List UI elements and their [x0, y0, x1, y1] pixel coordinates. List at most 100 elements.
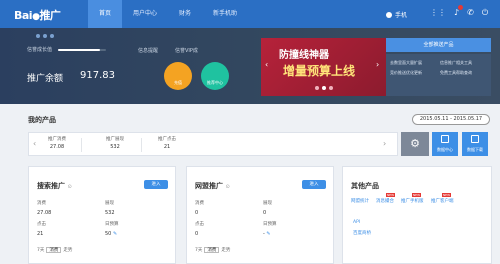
- product-link[interactable]: 消息撮合: [376, 198, 394, 204]
- card-title-text: 网盟推广: [195, 182, 223, 190]
- promo-item[interactable]: 去数里面大量扩展: [390, 60, 422, 65]
- data-download-label: 数据下载: [467, 147, 483, 152]
- charge-button[interactable]: 充值: [164, 62, 192, 90]
- promo-item[interactable]: 免费工具帮助查询: [440, 70, 472, 75]
- divider: [141, 138, 142, 152]
- tab-home[interactable]: 首页: [88, 0, 123, 28]
- trend-metric-select[interactable]: 消费: [46, 247, 62, 253]
- metric-value: 532: [105, 210, 115, 216]
- budget-text: 50: [105, 231, 112, 237]
- metric-label: 点击: [37, 222, 46, 227]
- metric-label: 展现: [105, 201, 114, 206]
- trend-prefix: 7天: [37, 248, 45, 253]
- status-dots: [36, 34, 54, 38]
- product-link[interactable]: 推广手机版: [401, 198, 424, 204]
- growth-label: 信誉成长值: [27, 47, 53, 53]
- data-download-button[interactable]: 数据下载: [462, 132, 488, 156]
- chart-icon: [441, 135, 449, 143]
- card-title-text: 搜索推广: [37, 182, 65, 190]
- help-icon[interactable]: ⊙: [67, 184, 71, 190]
- metric-value: 21: [37, 231, 44, 237]
- metric-value: 0: [195, 210, 199, 216]
- metric-label: 消费: [195, 201, 204, 206]
- data-center-button[interactable]: 数据中心: [432, 132, 458, 156]
- stat-cost: 推广消费 27.08: [37, 136, 77, 150]
- user-menu[interactable]: 手机: [386, 10, 407, 19]
- tab-newbie-help[interactable]: 新手机助: [202, 0, 248, 28]
- recommend-label: 推荐中心: [207, 80, 223, 85]
- baidu-logo[interactable]: Bai●推广: [14, 7, 61, 23]
- recommend-center-button[interactable]: 推荐中心: [201, 62, 229, 90]
- search-promotion-card: 搜索推广 ⊙ 进入 消费 27.08 展现 532 点击 21 日预算 50 ✎…: [28, 166, 176, 264]
- trend-selector: 7天 消费 走势: [195, 247, 230, 253]
- new-badge: NEW: [442, 193, 451, 197]
- banner-prev-icon[interactable]: ‹: [265, 60, 268, 69]
- apps-grid-icon[interactable]: ⋮⋮: [430, 8, 446, 18]
- message-link[interactable]: 信息提醒: [138, 47, 158, 54]
- tab-finance[interactable]: 财务: [168, 0, 202, 28]
- product-link[interactable]: 网盟统计: [351, 198, 369, 204]
- logo-text: Bai: [14, 9, 33, 22]
- nav-tabs: 首页 用户中心 财务 新手机助: [88, 0, 248, 28]
- budget-value: - ✎: [263, 231, 271, 237]
- growth-row: 信誉成长值: [27, 46, 107, 53]
- enter-button[interactable]: 进入: [144, 180, 168, 189]
- card-title: 搜索推广 ⊙: [37, 181, 72, 191]
- vip-link[interactable]: 信誉VIP成: [175, 47, 198, 54]
- enter-button[interactable]: 进入: [302, 180, 326, 189]
- promo-list: 去数里面大量扩展 信息推广相关工具 竞价推送优化更新 免费工具帮助查询: [386, 54, 491, 96]
- balance-value: 917.83: [80, 70, 115, 81]
- divider: [81, 138, 82, 152]
- phone-icon[interactable]: ✆: [467, 8, 474, 18]
- all-products-button[interactable]: 全部推送产品: [386, 38, 491, 52]
- stat-label: 推广点击: [158, 137, 176, 142]
- promo-banner[interactable]: ‹ › 防撞线神器 增量预算上线: [261, 38, 386, 96]
- help-icon[interactable]: ⊙: [225, 184, 229, 190]
- my-products-title: 我的产品: [28, 116, 56, 124]
- card-title: 其他产品: [351, 182, 379, 190]
- notification-badge: [458, 5, 464, 10]
- metric-label: 点击: [195, 222, 204, 227]
- new-badge: NEW: [386, 193, 395, 197]
- gear-icon: ⚙: [410, 137, 420, 150]
- promo-item[interactable]: 竞价推送优化更新: [390, 70, 422, 75]
- promo-item[interactable]: 信息推广相关工具: [440, 60, 472, 65]
- other-products-card: 其他产品 网盟统计 消息撮合 NEW 推广手机版 NEW 推广客户端 NEW A…: [342, 166, 492, 264]
- logo-sub: 推广: [39, 9, 61, 22]
- settings-button[interactable]: ⚙: [401, 132, 429, 156]
- tab-user-center[interactable]: 用户中心: [122, 0, 168, 28]
- metric-value: 0: [263, 210, 267, 216]
- metric-label: 展现: [263, 201, 272, 206]
- trend-metric-select[interactable]: 消费: [204, 247, 220, 253]
- metric-label: 日预算: [263, 222, 277, 227]
- stats-next-icon[interactable]: ›: [383, 139, 386, 148]
- growth-progress-bar: [58, 48, 107, 51]
- username: 手机: [395, 12, 408, 19]
- stats-prev-icon[interactable]: ‹: [33, 139, 36, 148]
- edit-icon[interactable]: ✎: [113, 231, 117, 237]
- date-range-picker[interactable]: 2015.05.11 - 2015.05.17: [412, 114, 490, 125]
- download-icon: [471, 135, 479, 143]
- stat-value: 21: [163, 144, 171, 150]
- metric-value: 0: [195, 231, 199, 237]
- charge-label: 充值: [174, 80, 182, 85]
- bell-icon[interactable]: ♪: [454, 5, 464, 18]
- stat-clicks: 推广点击 21: [147, 136, 187, 150]
- header-icons: ⋮⋮ ♪ ✆ ⏻: [430, 5, 488, 18]
- banner-line2: 增量预算上线: [283, 64, 356, 78]
- edit-icon[interactable]: ✎: [266, 231, 270, 237]
- top-nav: Bai●推广 首页 用户中心 财务 新手机助 手机 ⋮⋮ ♪ ✆ ⏻: [0, 0, 500, 28]
- banner-next-icon[interactable]: ›: [376, 60, 379, 69]
- card-title: 网盟推广 ⊙: [195, 181, 230, 191]
- logout-icon[interactable]: ⏻: [482, 8, 488, 18]
- banner-pager: [315, 86, 333, 90]
- new-badge: NEW: [412, 193, 421, 197]
- trend-prefix: 7天: [195, 248, 203, 253]
- product-link[interactable]: API: [353, 220, 360, 225]
- product-link[interactable]: 推广客户端: [431, 198, 454, 204]
- user-icon: [386, 11, 392, 18]
- metric-value: 27.08: [37, 210, 52, 216]
- product-link[interactable]: 百度商桥: [353, 230, 371, 236]
- trend-suffix: 走势: [63, 248, 73, 253]
- trend-suffix: 走势: [221, 248, 231, 253]
